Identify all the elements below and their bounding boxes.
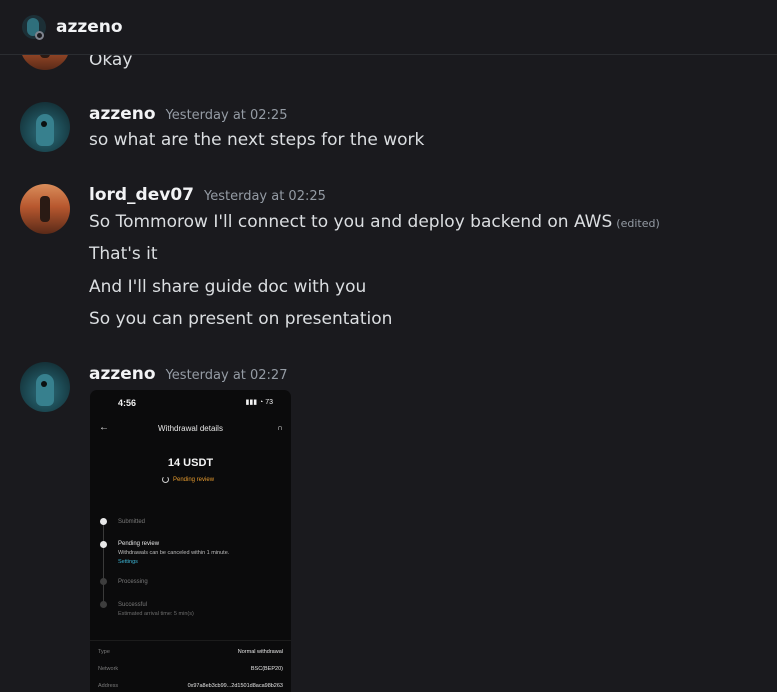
step-processing: Processing <box>118 579 148 585</box>
pending-dot-icon <box>100 578 107 585</box>
timestamp: Yesterday at 02:25 <box>204 189 326 204</box>
username[interactable]: azzeno <box>89 104 156 124</box>
type-label: Type <box>98 649 110 655</box>
address-label: Address <box>98 683 119 689</box>
channel-name[interactable]: azzeno <box>56 17 123 37</box>
avatar[interactable] <box>20 102 70 152</box>
avatar[interactable] <box>20 184 70 234</box>
message-text: so what are the next steps for the work <box>89 130 425 150</box>
pending-status-label: Pending review <box>173 476 215 483</box>
timestamp: Yesterday at 02:25 <box>165 108 288 123</box>
screen-title: Withdrawal details <box>158 424 223 433</box>
username[interactable]: azzeno <box>89 364 156 384</box>
network-value: BSC(BEP20) <box>250 666 283 672</box>
timestamp: Yesterday at 02:27 <box>165 368 288 383</box>
withdrawal-amount: 14 USDT <box>167 457 214 469</box>
network-label: Network <box>98 666 119 672</box>
message-text: So Tommorow I'll connect to you and depl… <box>89 212 660 232</box>
phone-time: 4:56 <box>118 398 137 408</box>
check-icon <box>100 518 107 525</box>
address-value: 0x97a8eb3cb99...2d1501d8aca98b263 <box>187 683 283 689</box>
step-pending-note: Withdrawals can be canceled within 1 min… <box>118 550 230 556</box>
edited-label: (edited) <box>616 217 660 230</box>
spinner-icon <box>162 476 169 483</box>
message-header: azzeno Yesterday at 02:25 <box>89 104 287 124</box>
message-text: So you can present on presentation <box>89 309 393 329</box>
message-text: That's it <box>89 244 158 264</box>
pending-status: Pending review <box>162 476 214 483</box>
pending-dot-icon <box>100 601 107 608</box>
channel-header: azzeno <box>0 0 777 55</box>
message-text: And I'll share guide doc with you <box>89 277 367 297</box>
divider <box>90 640 291 641</box>
step-successful: Successful <box>118 602 148 608</box>
check-icon <box>100 541 107 548</box>
step-arrival-time: Estimated arrival time: 5 min(s) <box>118 611 194 617</box>
message-header: lord_dev07 Yesterday at 02:25 <box>89 185 326 205</box>
settings-link: Settings <box>118 559 138 565</box>
timeline-line <box>103 522 104 606</box>
image-attachment[interactable]: 4:56 ▮▮▮ ◔ 73 ← Withdrawal details ∩ 14 … <box>90 390 291 692</box>
message-header: azzeno Yesterday at 02:27 <box>89 364 287 384</box>
step-submitted: Submitted <box>118 519 146 525</box>
battery-level: 73 <box>265 399 273 406</box>
type-value: Normal withdrawal <box>237 649 283 655</box>
message-text-content: So Tommorow I'll connect to you and depl… <box>89 212 613 232</box>
username[interactable]: lord_dev07 <box>89 185 194 205</box>
headset-icon: ∩ <box>277 423 283 432</box>
step-pending-review: Pending review <box>118 541 160 547</box>
status-indicator <box>35 31 44 40</box>
avatar[interactable] <box>20 362 70 412</box>
phone-status-icons: ▮▮▮ ◔ 73 <box>245 399 273 406</box>
